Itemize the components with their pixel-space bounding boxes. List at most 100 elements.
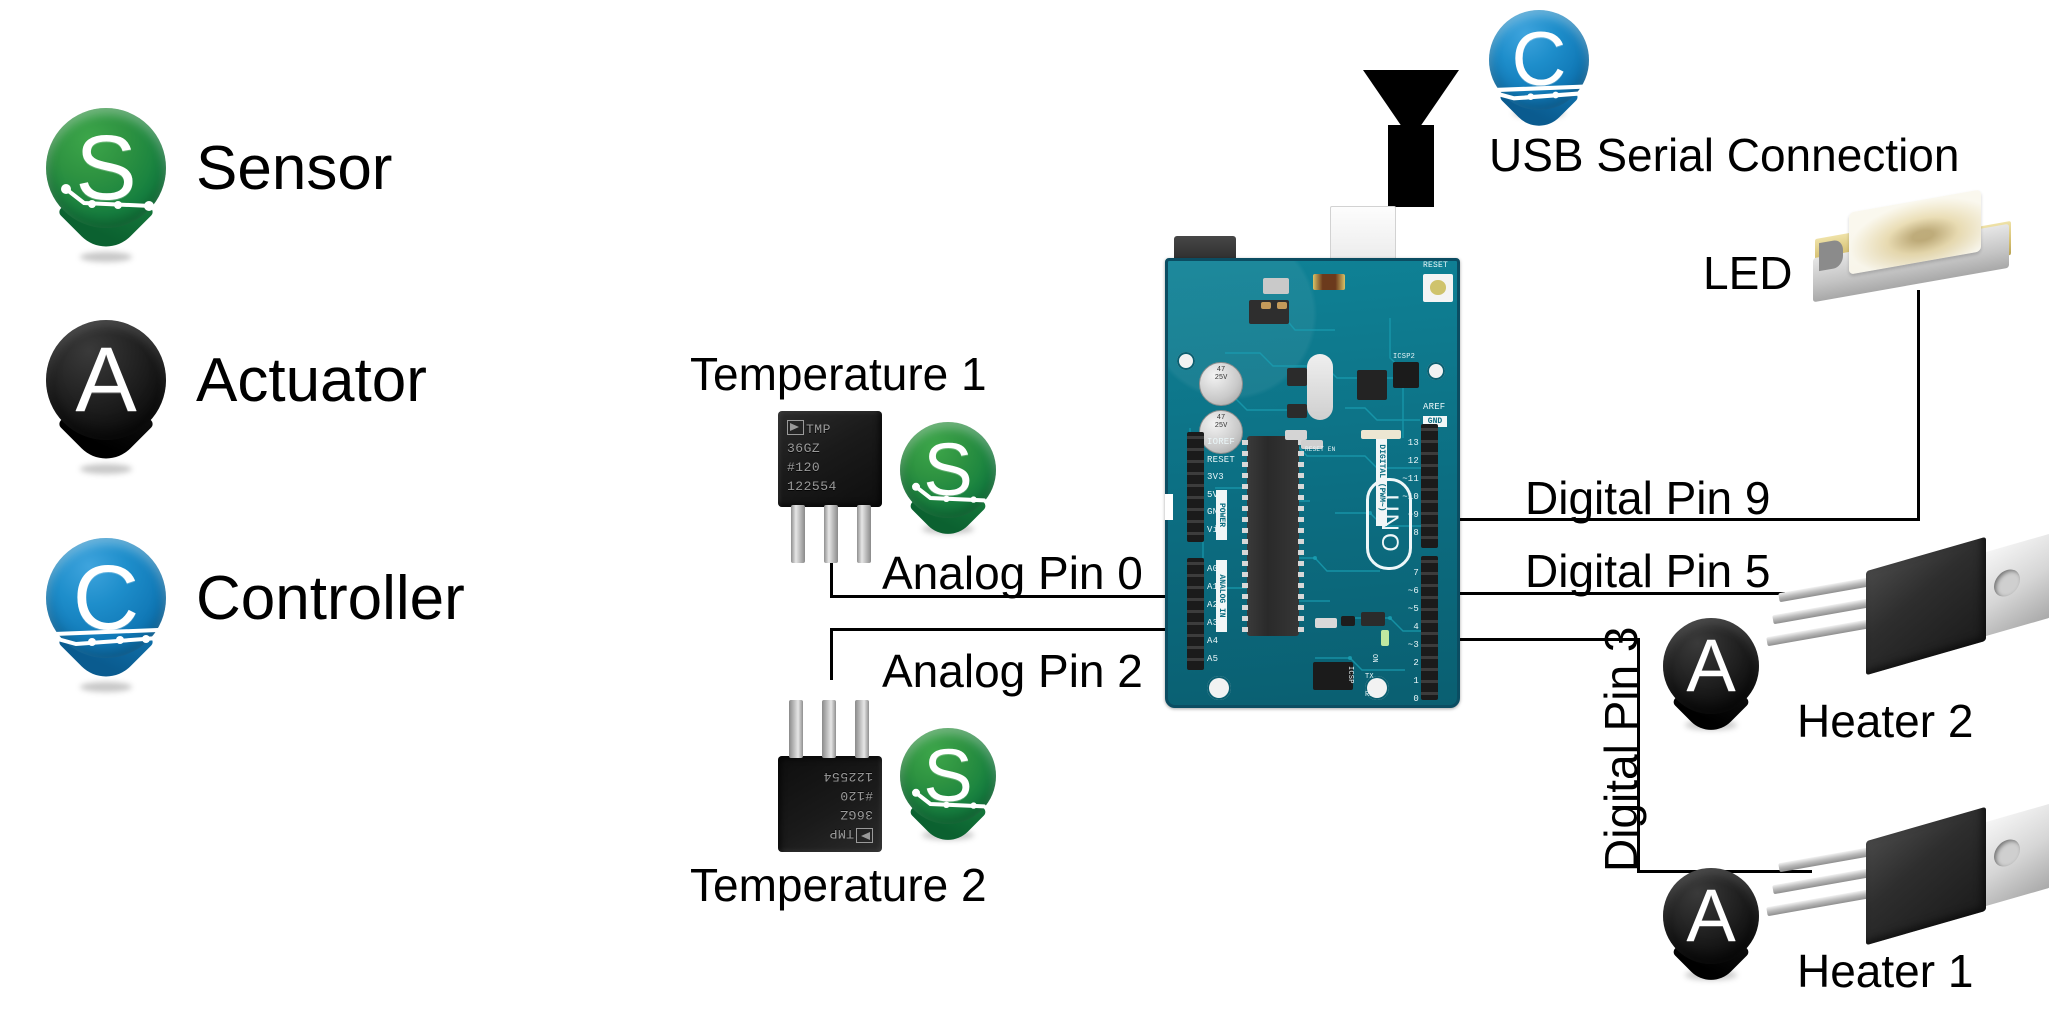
label-temperature-1: Temperature 1 (690, 348, 987, 400)
mounting-hole (1207, 676, 1231, 700)
board-edge-notch (1165, 494, 1173, 520)
label-digital-pin-5: Digital Pin 5 (1525, 545, 1771, 597)
pin-temperature-2-sensor: S (900, 728, 996, 852)
power-header[interactable] (1187, 432, 1204, 542)
to220-body (1866, 536, 1986, 676)
to92-legs (791, 505, 871, 563)
label-digital-pin-3: Digital Pin 3 (1595, 626, 1647, 872)
silk-aref: AREF (1423, 402, 1446, 412)
silk-pin-2: 2 (1413, 658, 1419, 668)
pin-letter: A (1686, 624, 1736, 707)
silk-pin-13: 13 (1407, 438, 1419, 448)
silk-pin-4: 4 (1413, 622, 1419, 632)
smd-ic (1287, 368, 1307, 386)
silk-reset-en: RESET EN (1305, 446, 1336, 453)
smd-resistor (1261, 302, 1271, 309)
diagram-canvas: S Sensor A Actuator C Controller C USB S… (0, 0, 2049, 1013)
circuit-trace-icon (912, 482, 986, 503)
pin-usb-controller: C (1489, 10, 1589, 138)
mounting-hole (1427, 362, 1445, 380)
mounting-hole (1177, 352, 1195, 370)
pin-letter: A (75, 329, 137, 431)
legend-label-controller: Controller (196, 564, 465, 633)
silk-digital-pins-top: 13 12 ~11 ~10 ~9 8 (1393, 434, 1419, 542)
silk-analog-label: ANALOG IN (1216, 560, 1227, 632)
reset-button[interactable] (1423, 274, 1453, 302)
to92-legs (789, 700, 869, 758)
digital-header-bottom[interactable] (1421, 556, 1438, 700)
to92-markings: TMP 36GZ #120 122554 (787, 420, 837, 494)
silk-pin-reset: RESET (1207, 454, 1236, 465)
sensor-temperature-1: TMP 36GZ #120 122554 (778, 411, 882, 563)
legend-pin-controller: C (46, 538, 166, 692)
to92-body: TMP 36GZ #120 122554 (778, 411, 882, 507)
analog-header[interactable] (1187, 558, 1204, 670)
silk-pin-a4: A4 (1207, 636, 1219, 646)
silk-on: ON (1370, 654, 1378, 663)
component-heater-1 (1766, 803, 2049, 960)
label-led: LED (1703, 247, 1793, 299)
silk-pin-11: ~11 (1402, 474, 1419, 484)
digital-header-top[interactable] (1421, 424, 1438, 548)
circuit-trace-icon (52, 628, 160, 647)
smd-diode (1341, 616, 1355, 626)
silk-pin-0: 0 (1413, 694, 1419, 704)
wire-analog2-vertical (830, 628, 833, 680)
pin-shadow (80, 682, 132, 692)
power-on-led (1381, 630, 1389, 646)
component-heater-2 (1766, 533, 2049, 690)
legend-label-actuator: Actuator (196, 346, 427, 415)
usb-interface-chip (1357, 370, 1387, 400)
silk-power-label: POWER (1216, 490, 1227, 540)
pin-temperature-1-sensor: S (900, 422, 996, 546)
silk-icsp: ICSP (1346, 666, 1354, 684)
smd-capacitor (1315, 618, 1337, 628)
legend-label-sensor: Sensor (196, 134, 393, 203)
reset-en-jumper[interactable] (1285, 430, 1307, 440)
silk-rx: RX (1365, 691, 1374, 699)
crystal-oscillator (1307, 354, 1333, 420)
silk-digital-pins-bottom: 7 ~6 ~5 4 ~3 2 1 0 (1387, 564, 1419, 708)
polyfuse (1313, 274, 1345, 290)
silk-pin-ioref: IOREF (1207, 437, 1236, 447)
silk-pin-10: ~10 (1402, 492, 1419, 502)
icsp2-header[interactable] (1393, 362, 1419, 388)
silk-digital-label: DIGITAL (PWM~) (1376, 430, 1387, 526)
smd-component (1263, 278, 1289, 294)
to92-markings: TMP 36GZ #120 122554 (823, 769, 873, 843)
label-analog-pin-2: Analog Pin 2 (882, 645, 1143, 697)
electrolytic-capacitor: 47 25V (1199, 362, 1243, 406)
label-heater-1: Heater 1 (1797, 945, 1974, 997)
to92-body: TMP 36GZ #120 122554 (778, 756, 882, 852)
silk-pin-7: 7 (1413, 568, 1419, 578)
label-heater-2: Heater 2 (1797, 695, 1974, 747)
smd-ic (1287, 404, 1307, 418)
analog-devices-logo-icon (787, 420, 804, 435)
silk-pin-a5: A5 (1207, 654, 1219, 664)
wire-digital9-vertical (1917, 290, 1920, 520)
pin-heater-2-actuator: A (1663, 618, 1759, 742)
label-digital-pin-9: Digital Pin 9 (1525, 472, 1771, 524)
silk-pin-12: 12 (1407, 456, 1419, 466)
smd-ic (1361, 612, 1385, 626)
legend-pin-actuator: A (46, 320, 166, 474)
label-analog-pin-0: Analog Pin 0 (882, 547, 1143, 599)
sensor-temperature-2: TMP 36GZ #120 122554 (778, 700, 882, 852)
label-temperature-2: Temperature 2 (690, 859, 987, 911)
circuit-trace-icon (1493, 84, 1585, 101)
silk-pin-5: ~5 (1407, 604, 1419, 614)
usb-arrow-head (1363, 70, 1459, 140)
wire-analog2-horizontal (830, 628, 1170, 631)
silk-pin-3v3: 3V3 (1207, 472, 1224, 482)
pin-heater-1-actuator: A (1663, 868, 1759, 992)
arduino-uno-board: RESET 47 25V 47 25V ICSP2 AREF GND UNO IOR… (1165, 206, 1460, 708)
circuit-trace-icon (61, 184, 154, 211)
component-led (1813, 189, 2018, 305)
silk-tx: TX (1365, 673, 1374, 681)
silk-icsp2: ICSP2 (1393, 353, 1416, 361)
silk-reset: RESET (1423, 261, 1449, 270)
silk-pin-6: ~6 (1407, 586, 1419, 596)
silk-pin-3: ~3 (1407, 640, 1419, 650)
silk-pin-1: 1 (1413, 676, 1419, 686)
to220-body (1866, 806, 1986, 946)
